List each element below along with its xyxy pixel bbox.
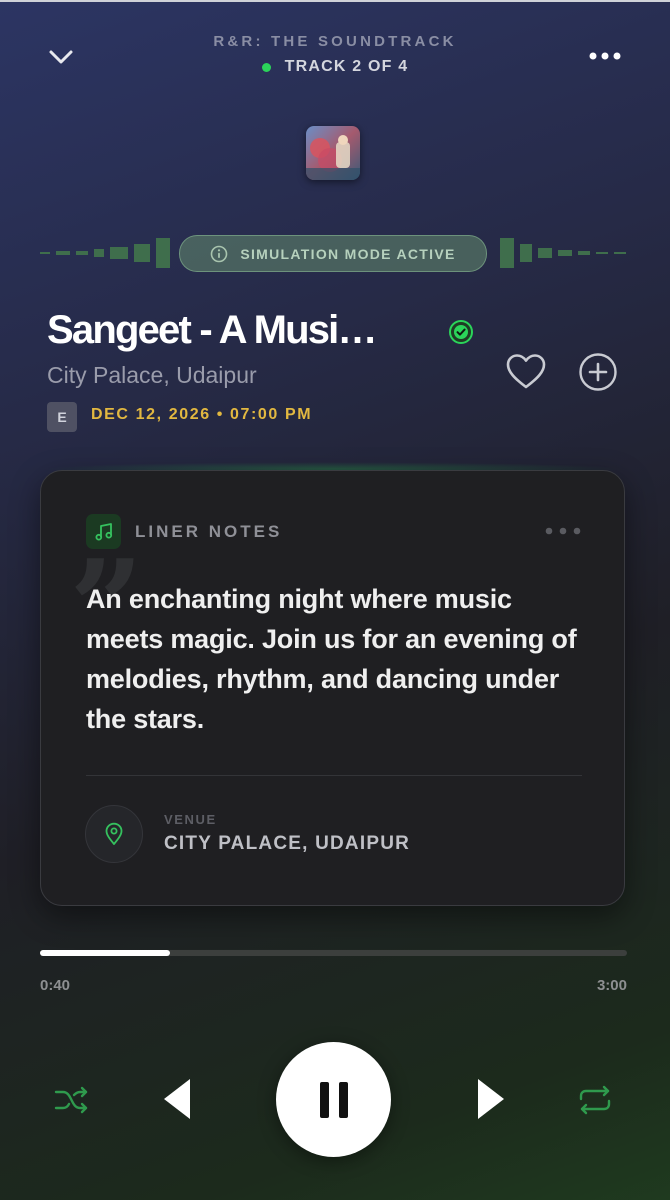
liner-notes-card: LINER NOTES ” An enchanting night where … <box>40 470 625 906</box>
total-time: 3:00 <box>596 977 627 994</box>
progress-fill <box>40 950 171 956</box>
simulation-mode-label: SIMULATION MODE ACTIVE <box>240 245 456 262</box>
pause-button[interactable] <box>276 1042 391 1157</box>
now-playing-header: R&R: THE SOUNDTRACK TRACK 2 OF 4 <box>0 33 670 76</box>
event-description: An enchanting night where music meets ma… <box>86 584 577 734</box>
repeat-icon <box>579 1085 611 1115</box>
plus-circle-icon <box>579 353 617 391</box>
heart-icon <box>506 354 546 389</box>
explicit-badge: E <box>47 402 77 432</box>
add-button[interactable] <box>578 352 618 392</box>
info-icon <box>211 245 228 262</box>
simulation-mode-badge: SIMULATION MODE ACTIVE <box>179 235 487 272</box>
venue-value: CITY PALACE, UDAIPUR <box>164 833 411 854</box>
card-divider <box>86 775 582 776</box>
previous-icon <box>164 1079 190 1119</box>
event-title: Sangeet - A Musi… <box>47 308 378 352</box>
album-cover <box>306 126 360 180</box>
shuffle-icon <box>54 1086 88 1114</box>
live-dot <box>261 62 271 72</box>
progress-bar[interactable] <box>40 950 627 956</box>
more-horizontal-icon <box>589 52 621 60</box>
pause-icon <box>319 1081 348 1118</box>
like-button[interactable] <box>505 352 547 392</box>
next-icon <box>478 1079 504 1119</box>
current-time: 0:40 <box>40 977 71 994</box>
next-track-button[interactable] <box>472 1076 508 1122</box>
repeat-button[interactable] <box>576 1082 614 1118</box>
verified-check-icon <box>449 320 473 344</box>
card-more-icon[interactable] <box>544 526 582 536</box>
more-options-button[interactable] <box>584 44 626 68</box>
event-location: City Palace, Udaipur <box>47 362 257 388</box>
event-date-time: DEC 12, 2026 • 07:00 PM <box>91 406 313 423</box>
previous-track-button[interactable] <box>160 1076 196 1122</box>
track-position-label: TRACK 2 OF 4 <box>284 58 409 75</box>
shuffle-button[interactable] <box>52 1082 92 1118</box>
location-pin-icon <box>105 822 123 845</box>
track-position: TRACK 2 OF 4 <box>0 58 670 76</box>
liner-notes-heading: LINER NOTES <box>135 522 283 541</box>
top-edge <box>0 0 670 2</box>
album-name: R&R: THE SOUNDTRACK <box>213 33 457 50</box>
location-pin-icon-wrap <box>85 805 143 863</box>
venue-label: VENUE <box>164 812 217 827</box>
